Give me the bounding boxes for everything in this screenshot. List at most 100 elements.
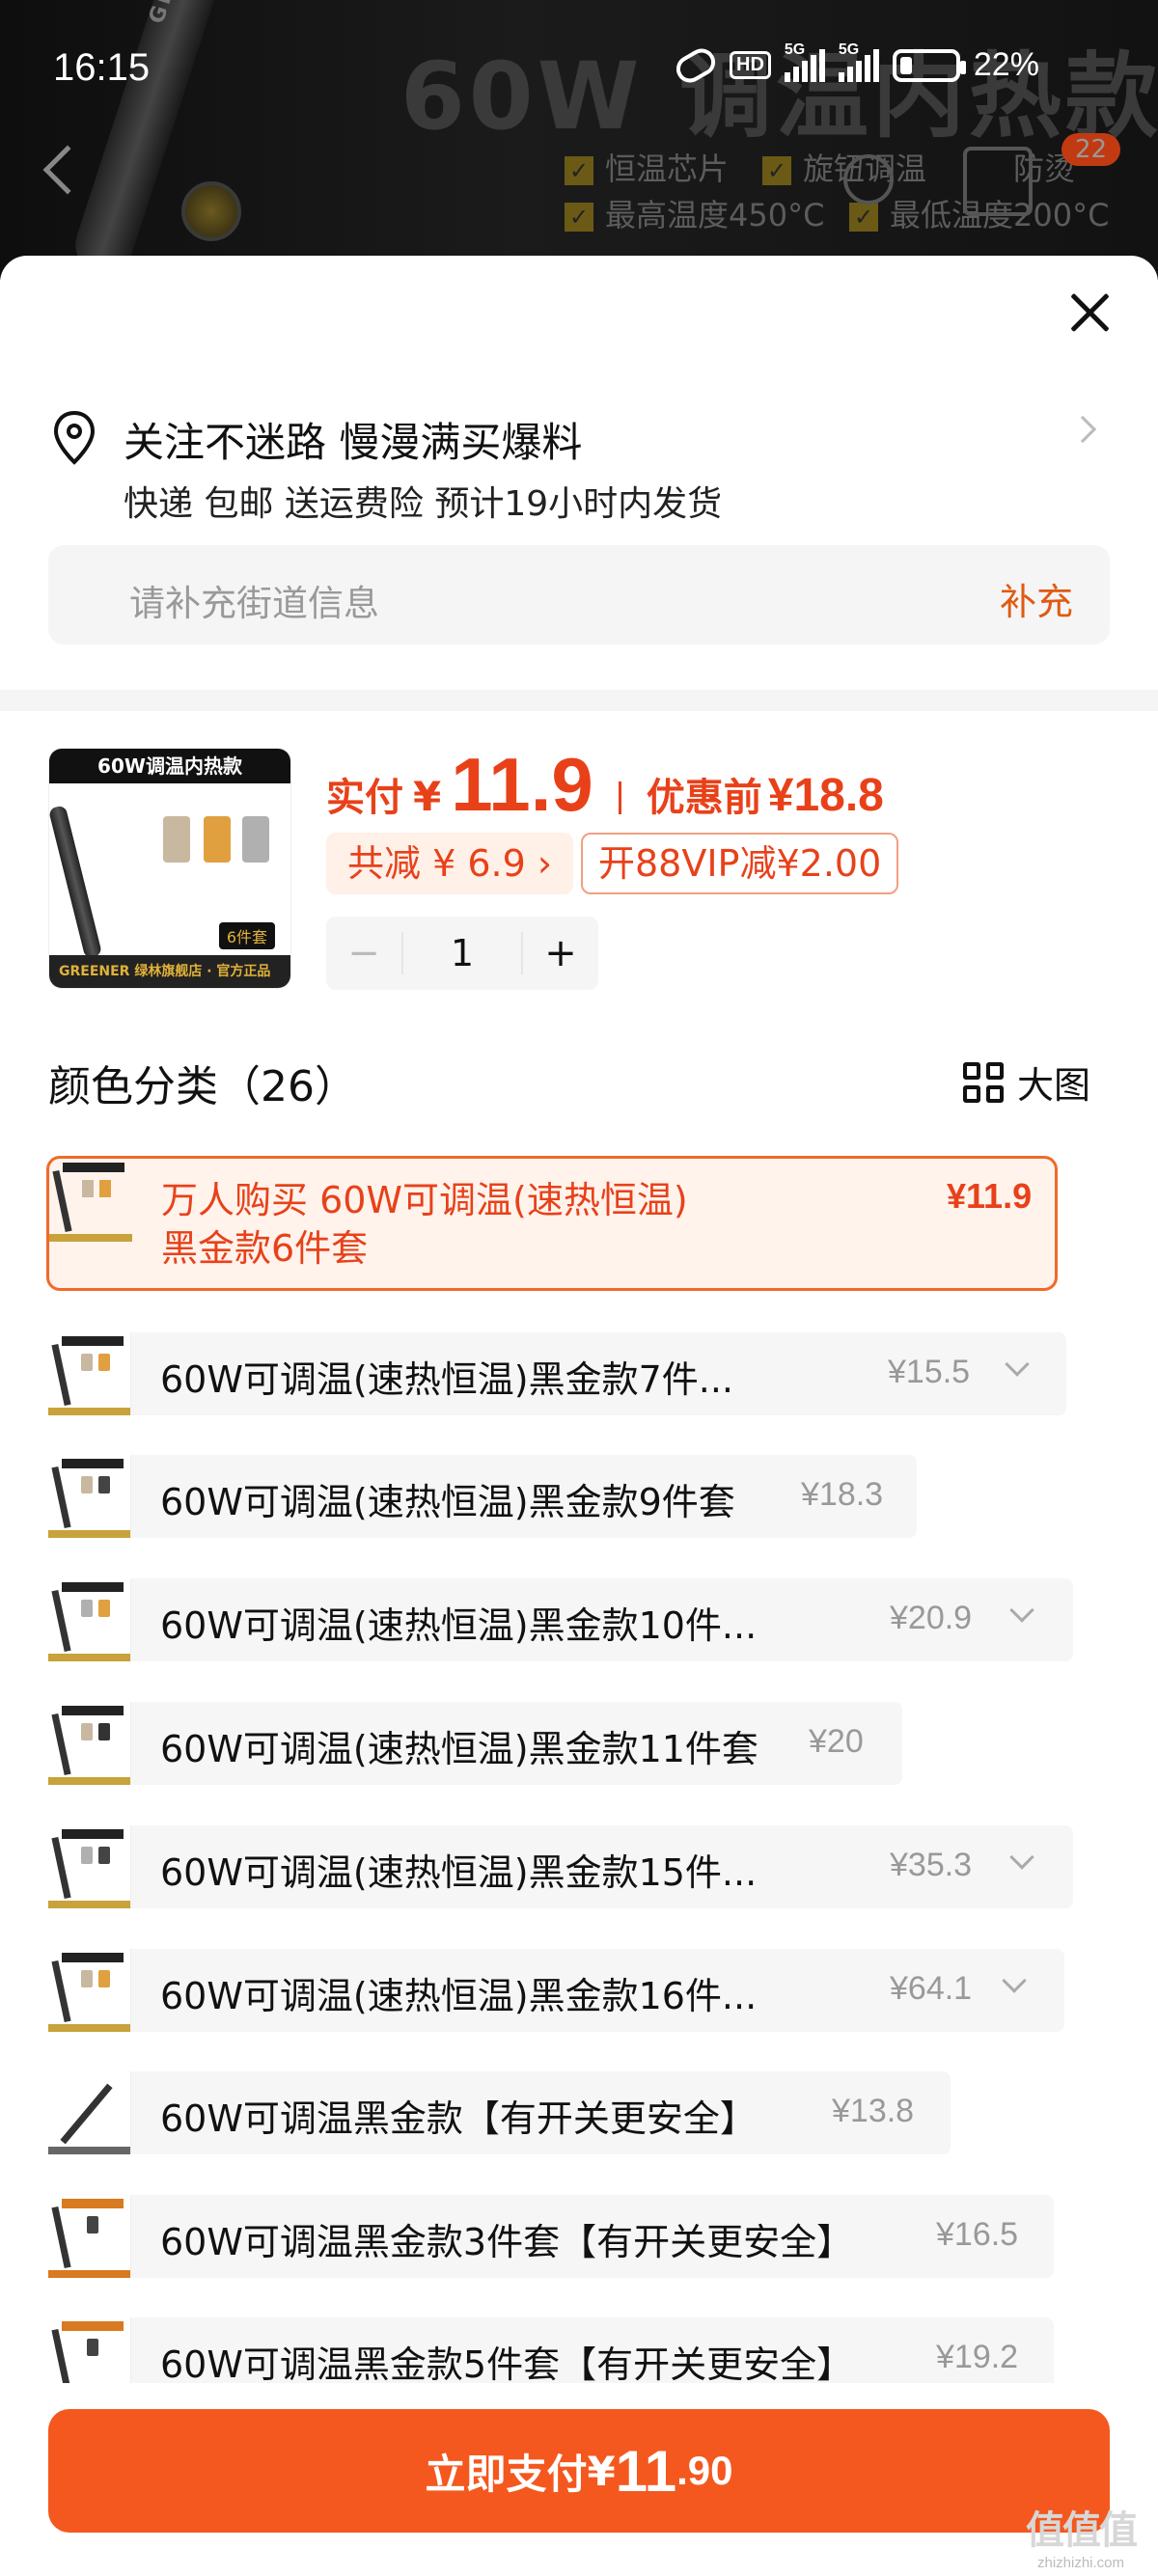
variant-price: ¥15.5 bbox=[888, 1354, 971, 1390]
link-icon bbox=[671, 42, 721, 88]
variant-name: 60W可调温(速热恒温)黑金款16件... bbox=[160, 1975, 758, 2017]
pay-currency: ¥ bbox=[587, 2447, 616, 2495]
check-icon: ✓ bbox=[762, 156, 791, 185]
variant-option[interactable]: 60W可调温黑金款【有开关更安全】 ¥13.8 bbox=[48, 2071, 951, 2154]
product-image-set: 6件套 bbox=[218, 922, 275, 949]
final-price: 11.9 bbox=[451, 742, 593, 827]
status-time: 16:15 bbox=[53, 46, 151, 89]
back-arrow-icon[interactable] bbox=[42, 145, 93, 195]
variant-name: 60W可调温(速热恒温)黑金款11件套 bbox=[160, 1728, 758, 1770]
status-icons: HD 5G 5G 22% bbox=[671, 41, 1039, 88]
soldering-iron-image bbox=[49, 805, 103, 959]
variant-name: 60W可调温黑金款【有开关更安全】 bbox=[160, 2097, 757, 2140]
street-input[interactable]: 请补充街道信息 补充 bbox=[48, 545, 1110, 644]
variant-thumbnail bbox=[48, 1825, 131, 1908]
signal-icon: 5G bbox=[838, 41, 879, 82]
bigview-label: 大图 bbox=[1017, 1064, 1091, 1107]
variant-price: ¥16.5 bbox=[936, 2216, 1019, 2253]
accessory-image bbox=[163, 816, 190, 863]
final-price-label: 实付 bbox=[326, 776, 403, 820]
hd-icon: HD bbox=[730, 51, 771, 79]
variant-thumbnail bbox=[48, 1949, 131, 2032]
accessory-image bbox=[242, 816, 269, 863]
quantity-value[interactable]: 1 bbox=[401, 932, 523, 974]
product-image[interactable]: 60W调温内热款 6件套 GREENER 绿林旗舰店 · 官方正品 bbox=[48, 748, 291, 989]
street-placeholder: 请补充街道信息 bbox=[129, 583, 379, 624]
cart-icon[interactable] bbox=[963, 147, 1033, 216]
variant-price: ¥18.3 bbox=[801, 1476, 884, 1513]
variant-option[interactable]: 60W可调温(速热恒温)黑金款11件套 ¥20 bbox=[48, 1702, 902, 1785]
variant-option[interactable]: 60W可调温(速热恒温)黑金款15件... ¥35.3 bbox=[48, 1825, 1073, 1908]
variant-option[interactable]: 60W可调温黑金款3件套【有开关更安全】 ¥16.5 bbox=[48, 2195, 1054, 2278]
grid-icon bbox=[963, 1061, 1004, 1103]
original-price-label: 优惠前 bbox=[646, 776, 762, 820]
variant-thumbnail bbox=[48, 1455, 131, 1538]
check-icon: ✓ bbox=[849, 203, 878, 232]
battery-percent: 22% bbox=[973, 46, 1039, 83]
background-feature: ✓ 最高温度450°C bbox=[565, 191, 824, 235]
watermark-url: zhizhizhi.com bbox=[1036, 2555, 1125, 2571]
product-image-title: 60W调温内热款 bbox=[49, 749, 290, 783]
variant-price: ¥19.2 bbox=[936, 2339, 1019, 2375]
cart-count-badge: 22 bbox=[1062, 133, 1121, 166]
address-section[interactable]: 关注不迷路 慢漫满买爆料 快递 包邮 送运费险 预计19小时内发货 请补充街道信… bbox=[0, 400, 1158, 661]
variant-price: ¥20 bbox=[809, 1723, 864, 1760]
chevron-down-icon[interactable] bbox=[1009, 1845, 1034, 1870]
variant-name: 60W可调温(速热恒温)黑金款7件... bbox=[160, 1358, 733, 1401]
variant-name: 60W可调温黑金款3件套【有开关更安全】 bbox=[160, 2221, 854, 2263]
variant-price: ¥13.8 bbox=[832, 2093, 915, 2129]
watermark-logo: 值值值 bbox=[1026, 2508, 1138, 2553]
chevron-down-icon[interactable] bbox=[1009, 1598, 1034, 1623]
status-bar: 16:15 HD 5G 5G 22% bbox=[0, 0, 1158, 135]
variant-price: ¥11.9 bbox=[947, 1176, 1033, 1216]
location-pin-icon bbox=[53, 410, 96, 465]
variant-option[interactable]: 60W可调温(速热恒温)黑金款9件套 ¥18.3 bbox=[48, 1455, 917, 1538]
chevron-down-icon[interactable] bbox=[1002, 1968, 1027, 1993]
chevron-down-icon[interactable] bbox=[1005, 1352, 1030, 1377]
section-divider bbox=[0, 690, 1158, 711]
pay-amount-integer: 11 bbox=[615, 2438, 677, 2504]
color-category-title: 颜色分类（26） bbox=[48, 1062, 357, 1111]
knob-image bbox=[181, 181, 241, 241]
currency-symbol: ¥ bbox=[413, 773, 442, 820]
variant-thumbnail bbox=[48, 1702, 131, 1785]
variant-thumbnail bbox=[49, 1159, 132, 1242]
check-icon: ✓ bbox=[565, 203, 593, 232]
accessory-image bbox=[204, 816, 231, 863]
product-image-footer: GREENER 绿林旗舰店 · 官方正品 bbox=[49, 955, 290, 988]
battery-icon bbox=[892, 48, 966, 82]
supplement-button[interactable]: 补充 bbox=[1000, 572, 1073, 625]
chevron-right-icon bbox=[1068, 415, 1097, 444]
background-feature: ✓ 恒温芯片 bbox=[565, 145, 729, 189]
variant-option[interactable]: 60W可调温(速热恒温)黑金款16件... ¥64.1 bbox=[48, 1949, 1064, 2032]
bigview-toggle[interactable]: 大图 bbox=[963, 1055, 1090, 1109]
variant-option[interactable]: 60W可调温(速热恒温)黑金款10件... ¥20.9 bbox=[48, 1578, 1073, 1661]
discount-tag[interactable]: 共减 ¥ 6.9 › bbox=[326, 833, 574, 894]
variant-thumbnail bbox=[48, 2195, 131, 2278]
address-title: 关注不迷路 慢漫满买爆料 bbox=[124, 419, 583, 466]
vip-discount-tag[interactable]: 开88VIP减¥2.00 bbox=[581, 833, 899, 894]
watermark: 值值值 zhizhizhi.com bbox=[1013, 2499, 1148, 2571]
variant-thumbnail bbox=[48, 1332, 131, 1415]
increase-button[interactable]: + bbox=[523, 931, 598, 975]
variant-name: 60W可调温(速热恒温)黑金款15件... bbox=[160, 1851, 758, 1894]
close-icon[interactable] bbox=[1062, 285, 1117, 341]
pay-label: 立即支付 bbox=[425, 2450, 588, 2498]
share-icon[interactable] bbox=[843, 154, 894, 205]
variant-price: ¥64.1 bbox=[890, 1970, 973, 2007]
variant-name: 60W可调温黑金款5件套【有开关更安全】 bbox=[160, 2343, 854, 2386]
quantity-stepper: − 1 + bbox=[326, 917, 598, 990]
check-icon: ✓ bbox=[565, 156, 593, 185]
variant-thumbnail bbox=[48, 1578, 131, 1661]
pay-amount-decimal: .90 bbox=[676, 2448, 733, 2493]
variant-option[interactable]: 60W可调温(速热恒温)黑金款7件... ¥15.5 bbox=[48, 1332, 1066, 1415]
price-row: 实付 ¥ 11.9 优惠前 ¥18.8 bbox=[326, 741, 884, 827]
pay-now-button[interactable]: 立即支付 ¥ 11 .90 bbox=[48, 2409, 1110, 2533]
original-price: ¥18.8 bbox=[767, 770, 884, 821]
variant-price: ¥20.9 bbox=[890, 1600, 973, 1636]
variant-option-selected[interactable]: 万人购买 60W可调温(速热恒温) 黑金款6件套 ¥11.9 bbox=[46, 1156, 1058, 1291]
price-separator bbox=[618, 781, 621, 814]
signal-icon: 5G bbox=[784, 41, 825, 82]
variant-thumbnail bbox=[48, 2071, 131, 2154]
decrease-button[interactable]: − bbox=[326, 931, 401, 975]
